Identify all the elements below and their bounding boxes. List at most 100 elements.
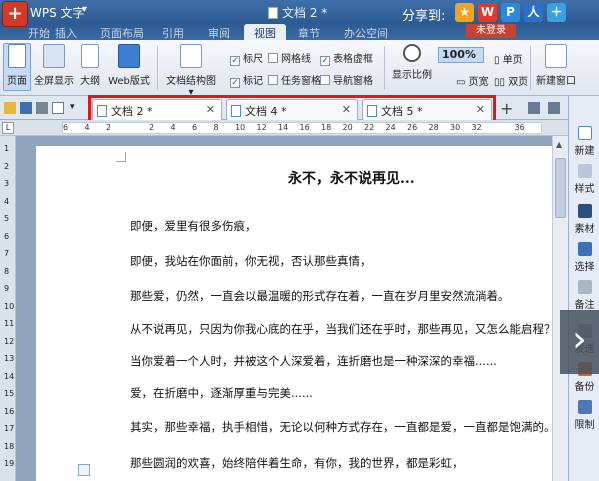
tab-office-space[interactable]: 办公空间 — [344, 25, 388, 41]
single-page-button[interactable]: ▯ 单页 — [494, 51, 523, 66]
qzone-share-icon[interactable]: ★ — [455, 3, 474, 22]
vruler-tick-label: 4 — [4, 196, 10, 206]
app-name[interactable]: WPS 文字 — [30, 4, 85, 21]
save-icon[interactable] — [20, 102, 32, 114]
material-icon — [577, 204, 592, 218]
new-window-button[interactable]: 新建窗口 — [534, 44, 578, 87]
magnifier-icon — [403, 44, 421, 62]
vruler-tick-label: 5 — [4, 214, 10, 223]
taskpane-material[interactable]: 素材 — [569, 204, 599, 235]
vruler-tick-label: 7 — [4, 249, 10, 258]
doc-map-button[interactable]: 文档结构图 ▾ — [162, 44, 220, 98]
ruler-tick-label: 6 — [63, 123, 69, 132]
close-icon[interactable]: ✕ — [206, 103, 215, 116]
taskpane-select[interactable]: 选择 — [569, 242, 599, 273]
app-menu-dropdown-icon[interactable]: ▾ — [82, 4, 87, 15]
tab-options-icon[interactable] — [548, 102, 560, 114]
ruler-tick-label: 8 — [213, 123, 219, 132]
vruler-tick-label: 15 — [4, 389, 15, 398]
paragraph-marker-icon[interactable] — [78, 464, 90, 476]
print-preview-icon[interactable] — [52, 102, 64, 114]
open-folder-icon[interactable] — [4, 102, 16, 114]
taskpane-new[interactable]: 新建 — [569, 126, 599, 157]
tab-page-layout[interactable]: 页面布局 — [100, 25, 144, 41]
vruler-tick-label: 10 — [4, 301, 15, 311]
close-icon[interactable]: ✕ — [476, 103, 485, 116]
new-window-icon — [545, 44, 567, 68]
page-width-button[interactable]: ▭ 页宽 — [456, 73, 489, 88]
document-area: 永不，永不说再见... 即便，爱里有很多伤痕， 即便，我站在你面前，你无视，否认… — [16, 136, 552, 481]
paragraph: 其实，那些幸福，执手相惜，无论以何种方式存在，一直都是爱，一直都是饱满的。 — [130, 420, 552, 434]
marks-checkbox[interactable]: ✓ 标记 — [230, 72, 263, 88]
ruler-tick-label: 30 — [450, 123, 461, 132]
doc-map-icon — [180, 44, 202, 68]
ruler-tick-label: 24 — [385, 123, 396, 132]
ruler-scale[interactable]: 6 4 2 2 4 6 8 10 12 14 16 18 20 22 24 26 28 30 32 36 — [62, 122, 542, 134]
single-page-icon: ▯ — [494, 55, 503, 66]
taskpane-style[interactable]: 样式 — [569, 164, 599, 195]
vruler-tick-label: 2 — [4, 161, 10, 171]
more-dropdown-icon[interactable]: ▾ — [70, 102, 82, 114]
vruler-tick-label: 9 — [4, 284, 10, 293]
outline-button[interactable]: 大纲 — [78, 44, 102, 87]
taskpane-note[interactable]: 备注 — [569, 280, 599, 311]
close-icon[interactable]: ✕ — [342, 103, 351, 116]
ruler-tick-label: 18 — [321, 123, 332, 132]
restrict-icon — [577, 400, 592, 414]
ruler-tick-label: 28 — [428, 123, 439, 132]
tab-list-icon[interactable] — [528, 102, 540, 114]
paragraph: 那些爱，仍然，一直会以最温暖的形式存在着，一直在岁月里安然流淌着。 — [130, 289, 510, 303]
window-title: 文档 2 * — [268, 4, 327, 21]
tab-stop-selector[interactable]: L — [2, 122, 14, 134]
fullscreen-button[interactable]: 全屏显示 — [33, 44, 75, 87]
new-tab-icon[interactable]: + — [500, 99, 513, 118]
tab-view[interactable]: 视图 — [244, 24, 286, 40]
tab-insert[interactable]: 插入 — [55, 25, 77, 41]
taskpane-restrict[interactable]: 限制 — [569, 400, 599, 431]
task-pane-checkbox[interactable]: 任务窗格 — [268, 72, 321, 87]
login-button[interactable]: 未登录 — [466, 24, 516, 38]
two-pages-button[interactable]: ▯▯ 双页 — [494, 73, 528, 88]
scrollbar-thumb[interactable] — [555, 158, 566, 218]
zoom-value[interactable]: 100% — [438, 47, 484, 63]
print-icon[interactable] — [36, 102, 48, 114]
ruler-checkbox[interactable]: ✓ 标尺 — [230, 50, 263, 66]
ruler-tick-label: 20 — [342, 123, 353, 132]
tab-start[interactable]: 开始 — [28, 25, 50, 41]
tab-references[interactable]: 引用 — [162, 25, 184, 41]
tab-chapter[interactable]: 章节 — [298, 25, 320, 41]
nav-pane-checkbox[interactable]: 导航窗格 — [320, 72, 373, 87]
ruler-tick-label: 14 — [278, 123, 289, 132]
gridlines-checkbox[interactable]: 网格线 — [268, 50, 311, 65]
vruler-tick-label: 12 — [4, 336, 15, 346]
zoom-button[interactable]: 显示比例 — [390, 44, 434, 81]
checkmark-icon: ✓ — [230, 56, 240, 66]
tab-review[interactable]: 审阅 — [208, 25, 230, 41]
doc-tab-2[interactable]: 文档 4 * ✕ — [226, 99, 358, 120]
page-view-button[interactable]: 页面 — [3, 43, 31, 91]
margin-corner-mark — [116, 152, 126, 162]
more-share-icon[interactable]: ＋ — [547, 3, 566, 22]
checkmark-icon: ✓ — [320, 56, 330, 66]
scroll-up-icon[interactable]: ▲ — [556, 140, 562, 149]
vruler-tick-label: 8 — [4, 266, 10, 276]
document-page[interactable]: 永不，永不说再见... 即便，爱里有很多伤痕， 即便，我站在你面前，你无视，否认… — [36, 146, 552, 481]
document-title: 永不，永不说再见... — [288, 171, 415, 187]
doc-tab-1[interactable]: 文档 2 * ✕ — [92, 99, 222, 120]
separator — [384, 46, 385, 90]
ruler-tick-label: 22 — [364, 123, 375, 132]
table-borders-checkbox[interactable]: ✓ 表格虚框 — [320, 50, 373, 66]
horizontal-ruler: L 6 4 2 2 4 6 8 10 12 14 16 18 20 22 24 26 28 30 32 36 — [0, 120, 568, 136]
web-layout-button[interactable]: Web版式 — [106, 44, 152, 87]
paragraph: 爱，在折磨中，逐渐厚重与完美...... — [130, 386, 313, 400]
tencent-weibo-share-icon[interactable]: P — [501, 3, 520, 22]
vruler-tick-label: 14 — [4, 371, 15, 381]
wps-logo-icon[interactable]: + — [2, 1, 28, 27]
chevron-right-icon[interactable]: › — [560, 310, 599, 374]
weibo-share-icon[interactable]: W — [478, 3, 497, 22]
vertical-scrollbar[interactable]: ▲ — [552, 136, 568, 481]
ruler-tick-label: 26 — [407, 123, 418, 132]
doc-tab-3[interactable]: 文档 5 * ✕ — [362, 99, 492, 120]
renren-share-icon[interactable]: 人 — [524, 3, 543, 22]
ruler-tick-label: 6 — [192, 123, 198, 132]
